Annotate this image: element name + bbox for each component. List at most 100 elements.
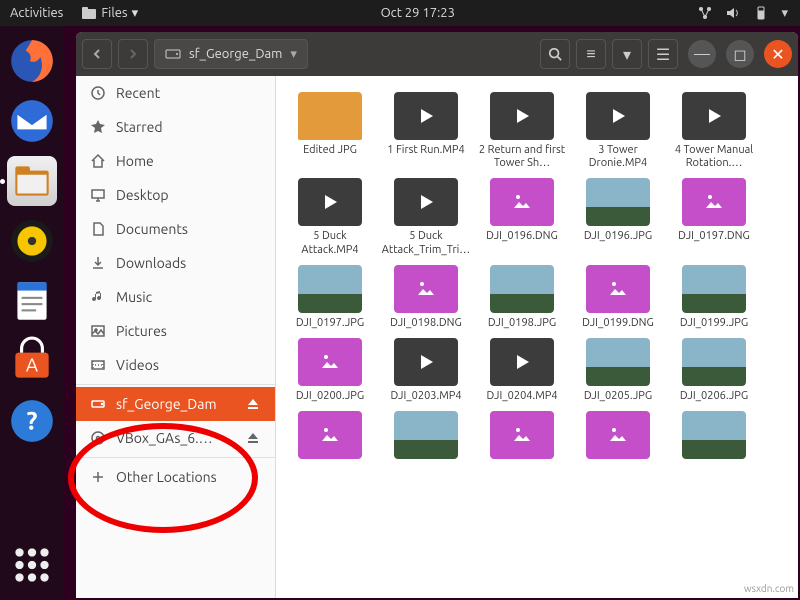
sidebar-item-label: Videos <box>116 357 159 373</box>
file-item[interactable]: 5 Duck Attack.MP4 <box>282 178 378 256</box>
file-item[interactable]: Edited JPG <box>282 92 378 170</box>
sidebar-item-starred[interactable]: Starred <box>76 110 275 144</box>
file-label: DJI_0197.JPG <box>296 317 364 330</box>
file-item[interactable]: DJI_0199.JPG <box>666 265 762 330</box>
back-button[interactable] <box>82 39 112 69</box>
gnome-topbar: Activities Files ▾ Oct 29 17:23 ▾ <box>0 0 800 26</box>
maximize-button[interactable]: ◻ <box>726 40 754 68</box>
dock-apps[interactable] <box>7 540 57 590</box>
sidebar: Recent Starred Home Desktop Documents Downloa… <box>76 76 276 598</box>
file-label: DJI_0203.MP4 <box>390 390 461 403</box>
sidebar-item-music[interactable]: Music <box>76 280 275 314</box>
close-button[interactable]: ✕ <box>764 40 792 68</box>
file-item[interactable]: 3 Tower Dronie.MP4 <box>570 92 666 170</box>
dock-firefox[interactable] <box>7 36 57 86</box>
drive-icon <box>165 46 181 62</box>
sidebar-item-sf-george-dam[interactable]: sf_George_Dam <box>76 387 275 421</box>
forward-button[interactable] <box>118 39 148 69</box>
file-item[interactable]: DJI_0198.JPG <box>474 265 570 330</box>
downloads-icon <box>90 255 106 271</box>
sidebar-item-recent[interactable]: Recent <box>76 76 275 110</box>
clock[interactable]: Oct 29 17:23 <box>138 6 697 20</box>
view-list-button[interactable]: ≡ <box>576 39 606 69</box>
network-icon[interactable] <box>697 5 713 21</box>
music-icon <box>90 289 106 305</box>
file-item[interactable] <box>570 411 666 463</box>
file-item[interactable]: DJI_0196.JPG <box>570 178 666 256</box>
eject-icon[interactable] <box>245 430 261 446</box>
dock-help[interactable]: ? <box>7 396 57 446</box>
dock-rhythmbox[interactable] <box>7 216 57 266</box>
photo-thumbnail <box>490 265 554 313</box>
sidebar-item-downloads[interactable]: Downloads <box>76 246 275 280</box>
sidebar-item-home[interactable]: Home <box>76 144 275 178</box>
file-item[interactable]: DJI_0205.JPG <box>570 338 666 403</box>
file-item[interactable]: DJI_0200.JPG <box>282 338 378 403</box>
sidebar-item-label: Desktop <box>116 187 169 203</box>
sidebar-item-videos[interactable]: Videos <box>76 348 275 382</box>
sidebar-item-pictures[interactable]: Pictures <box>76 314 275 348</box>
file-label: DJI_0206.JPG <box>680 390 748 403</box>
file-item[interactable]: DJI_0203.MP4 <box>378 338 474 403</box>
file-label: Edited JPG <box>303 144 357 157</box>
sidebar-other-locations[interactable]: Other Locations <box>76 460 275 494</box>
sidebar-item-label: Music <box>116 289 152 305</box>
battery-icon[interactable] <box>753 5 769 21</box>
view-options-button[interactable]: ▾ <box>612 39 642 69</box>
watermark: wsxdn.com <box>744 583 794 594</box>
file-item[interactable]: DJI_0197.DNG <box>666 178 762 256</box>
photo-thumbnail <box>682 411 746 459</box>
chevron-down-icon: ▾ <box>290 47 297 62</box>
file-item[interactable]: 4 Tower Manual Rotation.… <box>666 92 762 170</box>
sidebar-item-label: Recent <box>116 85 160 101</box>
file-item[interactable] <box>282 411 378 463</box>
sidebar-item-documents[interactable]: Documents <box>76 212 275 246</box>
dock-software[interactable]: A <box>7 336 57 386</box>
image-icon <box>394 265 458 313</box>
sidebar-item-label: Home <box>116 153 154 169</box>
photo-thumbnail <box>682 265 746 313</box>
file-label: DJI_0196.DNG <box>486 230 558 243</box>
sidebar-item-vbox-gas-[interactable]: VBox_GAs_6.… <box>76 421 275 455</box>
dock-files[interactable] <box>7 156 57 206</box>
video-icon <box>586 92 650 140</box>
image-icon <box>298 338 362 386</box>
file-label: DJI_0198.JPG <box>488 317 556 330</box>
dock: A ? <box>0 26 64 600</box>
file-item[interactable]: DJI_0197.JPG <box>282 265 378 330</box>
file-item[interactable] <box>666 411 762 463</box>
file-grid[interactable]: Edited JPG 1 First Run.MP42 Return and fi… <box>276 76 798 598</box>
image-icon <box>298 411 362 459</box>
dock-thunderbird[interactable] <box>7 96 57 146</box>
video-icon <box>394 92 458 140</box>
file-item[interactable]: 5 Duck Attack_Trim_Tri… <box>378 178 474 256</box>
file-item[interactable]: DJI_0204.MP4 <box>474 338 570 403</box>
file-item[interactable]: DJI_0199.DNG <box>570 265 666 330</box>
eject-icon[interactable] <box>245 396 261 412</box>
desktop-icon <box>90 187 106 203</box>
file-item[interactable]: DJI_0206.JPG <box>666 338 762 403</box>
file-label: DJI_0205.JPG <box>584 390 652 403</box>
image-icon <box>490 178 554 226</box>
sidebar-item-label: Downloads <box>116 255 186 271</box>
file-label: DJI_0197.DNG <box>678 230 750 243</box>
activities-button[interactable]: Activities <box>10 6 63 20</box>
file-item[interactable]: DJI_0196.DNG <box>474 178 570 256</box>
file-label: 3 Tower Dronie.MP4 <box>573 144 663 170</box>
file-item[interactable] <box>378 411 474 463</box>
minimize-button[interactable]: — <box>688 40 716 68</box>
hamburger-button[interactable]: ☰ <box>648 39 678 69</box>
file-item[interactable]: 2 Return and first Tower Sh… <box>474 92 570 170</box>
path-bar[interactable]: sf_George_Dam ▾ <box>154 39 308 69</box>
file-item[interactable]: DJI_0198.DNG <box>378 265 474 330</box>
app-menu[interactable]: Files ▾ <box>81 5 138 21</box>
volume-icon[interactable] <box>725 5 741 21</box>
chevron-down-icon[interactable]: ▾ <box>781 6 788 21</box>
path-label: sf_George_Dam <box>189 47 282 61</box>
search-button[interactable] <box>540 39 570 69</box>
sidebar-item-desktop[interactable]: Desktop <box>76 178 275 212</box>
file-label: DJI_0204.MP4 <box>486 390 557 403</box>
file-item[interactable]: 1 First Run.MP4 <box>378 92 474 170</box>
file-item[interactable] <box>474 411 570 463</box>
dock-writer[interactable] <box>7 276 57 326</box>
